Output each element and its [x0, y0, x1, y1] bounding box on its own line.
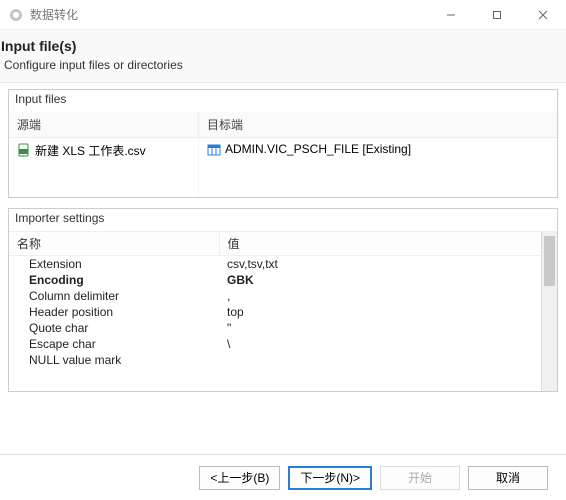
- settings-row[interactable]: Escape char\: [9, 336, 541, 352]
- importer-settings-legend: Importer settings: [9, 209, 557, 231]
- back-button[interactable]: <上一步(B): [199, 466, 280, 490]
- settings-col-value[interactable]: 值: [219, 232, 541, 256]
- source-file-cell[interactable]: 新建 XLS 工作表.csv: [9, 138, 199, 197]
- close-button[interactable]: [520, 0, 566, 30]
- settings-row[interactable]: NULL value mark: [9, 352, 541, 368]
- settings-name: Header position: [9, 304, 219, 320]
- settings-value: \: [219, 336, 541, 352]
- page-title: Input file(s): [1, 38, 562, 54]
- settings-scrollbar[interactable]: [541, 232, 557, 391]
- settings-row[interactable]: Extensioncsv,tsv,txt: [9, 256, 541, 273]
- settings-table: 名称 值 Extensioncsv,tsv,txtEncodingGBKColu…: [9, 232, 541, 368]
- settings-name: Encoding: [9, 272, 219, 288]
- settings-name: NULL value mark: [9, 352, 219, 368]
- settings-value: top: [219, 304, 541, 320]
- target-table-cell[interactable]: ADMIN.VIC_PSCH_FILE [Existing]: [199, 138, 557, 197]
- importer-settings-group: Importer settings 名称 值 Extensioncsv,tsv,…: [8, 208, 558, 392]
- settings-value: ": [219, 320, 541, 336]
- table-icon: [207, 143, 221, 157]
- settings-row[interactable]: Quote char": [9, 320, 541, 336]
- settings-row[interactable]: Header positiontop: [9, 304, 541, 320]
- settings-name: Extension: [9, 256, 219, 273]
- input-files-group: Input files 源端 目标端 新建 XLS 工作表.csv ADMIN.…: [8, 89, 558, 198]
- col-target[interactable]: 目标端: [199, 112, 557, 137]
- col-source[interactable]: 源端: [9, 112, 199, 137]
- settings-name: Escape char: [9, 336, 219, 352]
- settings-value: [219, 352, 541, 368]
- settings-row[interactable]: EncodingGBK: [9, 272, 541, 288]
- scrollbar-thumb[interactable]: [544, 236, 555, 286]
- window-title: 数据转化: [30, 6, 78, 23]
- header: Input file(s) Configure input files or d…: [0, 30, 566, 83]
- settings-row[interactable]: Column delimiter,: [9, 288, 541, 304]
- titlebar: 数据转化: [0, 0, 566, 30]
- input-files-legend: Input files: [9, 90, 557, 112]
- settings-col-name[interactable]: 名称: [9, 232, 219, 256]
- next-button[interactable]: 下一步(N)>: [288, 466, 372, 490]
- app-icon: [8, 7, 24, 23]
- cancel-button[interactable]: 取消: [468, 466, 548, 490]
- minimize-button[interactable]: [428, 0, 474, 30]
- settings-value: GBK: [219, 272, 541, 288]
- settings-value: csv,tsv,txt: [219, 256, 541, 273]
- settings-name: Quote char: [9, 320, 219, 336]
- csv-file-icon: [17, 143, 31, 157]
- source-file-name: 新建 XLS 工作表.csv: [35, 142, 146, 159]
- target-table-name: ADMIN.VIC_PSCH_FILE [Existing]: [225, 142, 411, 156]
- settings-value: ,: [219, 288, 541, 304]
- footer: <上一步(B) 下一步(N)> 开始 取消: [0, 454, 566, 500]
- page-subtitle: Configure input files or directories: [4, 58, 562, 72]
- maximize-button[interactable]: [474, 0, 520, 30]
- start-button: 开始: [380, 466, 460, 490]
- settings-name: Column delimiter: [9, 288, 219, 304]
- input-files-table: 源端 目标端 新建 XLS 工作表.csv ADMIN.VIC_PSCH_FIL…: [9, 112, 557, 197]
